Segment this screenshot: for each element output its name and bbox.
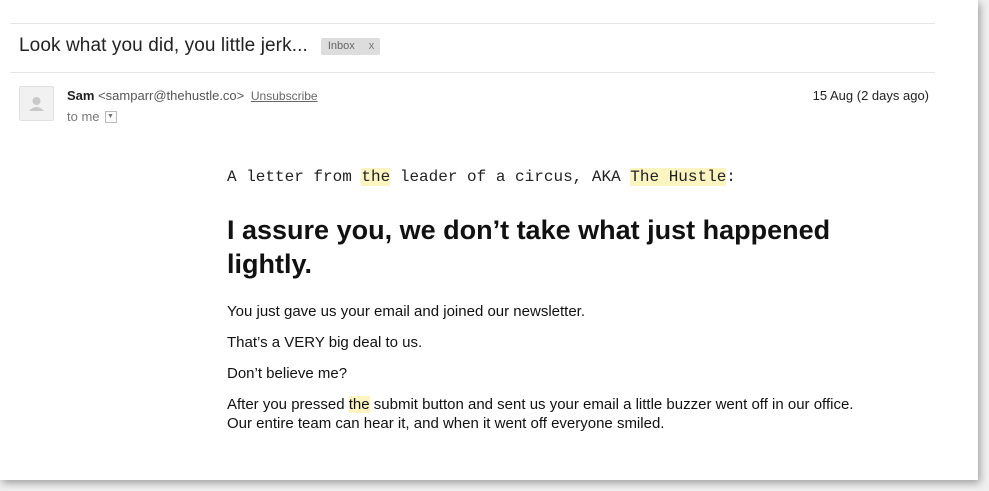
subject-row: Look what you did, you little jerk... In… [19,35,381,57]
paragraph-4: After you pressed the submit button and … [227,395,867,433]
paragraph-1: You just gave us your email and joined o… [227,303,586,320]
paragraph-3: Don’t believe me? [227,365,348,382]
sender-line: Sam <samparr@thehustle.co> Unsubscribe [67,88,318,103]
paragraph-2: That’s a VERY big deal to us. [227,334,423,351]
email-subject: Look what you did, you little jerk... [19,35,308,56]
inbox-label-text: Inbox [327,40,355,52]
letter-intro-suffix: : [726,168,736,186]
paragraph-4-start: After you pressed [227,396,349,413]
header-divider [10,72,935,73]
email-body: A letter from the leader of a circus, AK… [227,168,867,433]
highlight-the-2: the [348,396,370,413]
top-divider [10,23,935,24]
email-date: 15 Aug (2 days ago) [812,88,929,103]
email-card: Look what you did, you little jerk... In… [0,0,978,480]
person-icon [29,97,44,111]
sender-name[interactable]: Sam [67,88,94,103]
sender-avatar[interactable] [19,86,54,121]
inbox-label-badge[interactable]: Inbox x [320,37,381,55]
remove-label-button[interactable]: x [369,38,375,54]
recipient-text: to me [67,109,100,124]
show-details-caret-icon[interactable]: ▼ [104,110,117,123]
highlight-the: the [361,168,391,186]
recipient-line: to me ▼ [67,109,117,124]
highlight-the-hustle: The Hustle [630,168,727,186]
sender-email: <samparr@thehustle.co> [98,88,245,103]
letter-intro-middle: leader of a circus, AKA [390,168,631,186]
unsubscribe-link[interactable]: Unsubscribe [251,89,318,103]
letter-intro-prefix: A letter from [227,168,362,186]
email-headline: I assure you, we don’t take what just ha… [227,215,831,279]
letter-intro: A letter from the leader of a circus, AK… [227,168,867,186]
